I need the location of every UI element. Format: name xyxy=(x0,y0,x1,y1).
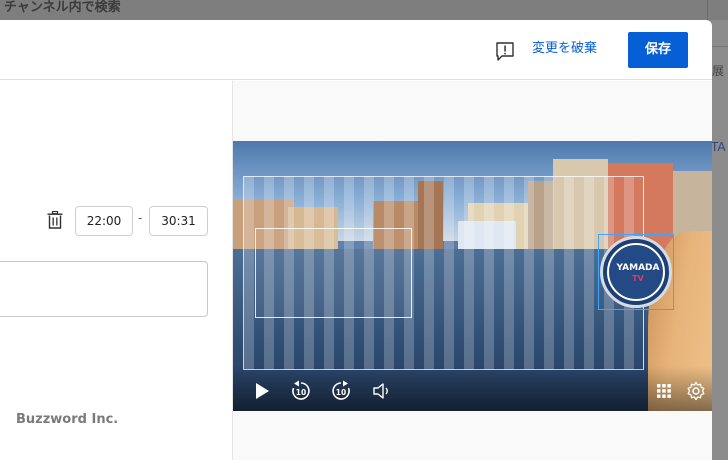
feedback-icon[interactable] xyxy=(496,42,514,61)
discard-changes-button[interactable]: 変更を破棄 xyxy=(532,38,597,60)
delete-icon[interactable] xyxy=(47,211,63,229)
channel-logo-subtext: TV xyxy=(632,274,644,283)
background-channel-search: チャンネル内で検索 xyxy=(4,0,121,15)
grid-icon[interactable] xyxy=(653,380,675,402)
element-settings-pane: 22:00 - 30:31 xyxy=(0,81,232,460)
company-name: Buzzword Inc. xyxy=(16,412,119,427)
svg-text:10: 10 xyxy=(296,388,306,397)
channel-logo-ring: YAMADA TV xyxy=(607,243,665,301)
save-button[interactable]: 保存 xyxy=(628,32,688,68)
svg-text:10: 10 xyxy=(336,388,346,397)
end-screen-element-box[interactable] xyxy=(255,228,412,318)
end-time-input[interactable]: 30:31 xyxy=(149,206,208,236)
element-text-field[interactable] xyxy=(0,261,208,317)
forward-10-icon[interactable]: 10 xyxy=(330,380,352,402)
start-time-input[interactable]: 22:00 xyxy=(75,206,133,236)
dialog-header: 変更を破棄 保存 xyxy=(0,20,712,80)
background-divider xyxy=(712,46,728,47)
time-separator: - xyxy=(138,211,143,225)
background-side-panel xyxy=(712,20,728,460)
background-text-fragment: 展 xyxy=(712,64,725,78)
background-divider xyxy=(707,0,708,20)
settings-icon[interactable] xyxy=(685,380,707,402)
rewind-10-icon[interactable]: 10 xyxy=(290,380,312,402)
channel-logo-text: YAMADA xyxy=(616,263,660,273)
volume-icon[interactable] xyxy=(371,380,393,402)
channel-logo[interactable]: YAMADA TV xyxy=(600,236,672,308)
video-preview[interactable]: YAMADA TV 10 10 xyxy=(233,141,712,411)
background-text-fragment: TA xyxy=(711,140,726,154)
play-icon[interactable] xyxy=(251,380,273,402)
